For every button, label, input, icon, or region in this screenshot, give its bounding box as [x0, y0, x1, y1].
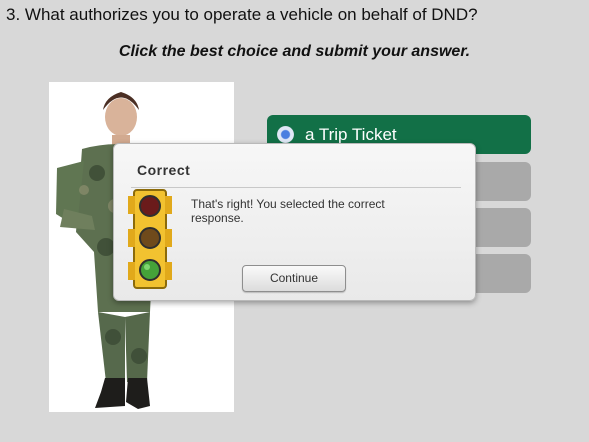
dialog-message: That's right! You selected the correct r…: [191, 197, 385, 225]
dialog-divider: [131, 187, 461, 188]
feedback-dialog: Correct That's right! You selected the c…: [113, 143, 476, 301]
choice-1-label: a Trip Ticket: [305, 125, 397, 144]
instruction-text: Click the best choice and submit your an…: [118, 43, 471, 60]
dialog-title: Correct: [137, 162, 191, 178]
continue-button[interactable]: Continue: [242, 265, 346, 292]
radio-selected-icon[interactable]: [277, 126, 294, 143]
traffic-light-icon: [128, 189, 172, 289]
question-title: 3. What authorizes you to operate a vehi…: [6, 5, 478, 24]
